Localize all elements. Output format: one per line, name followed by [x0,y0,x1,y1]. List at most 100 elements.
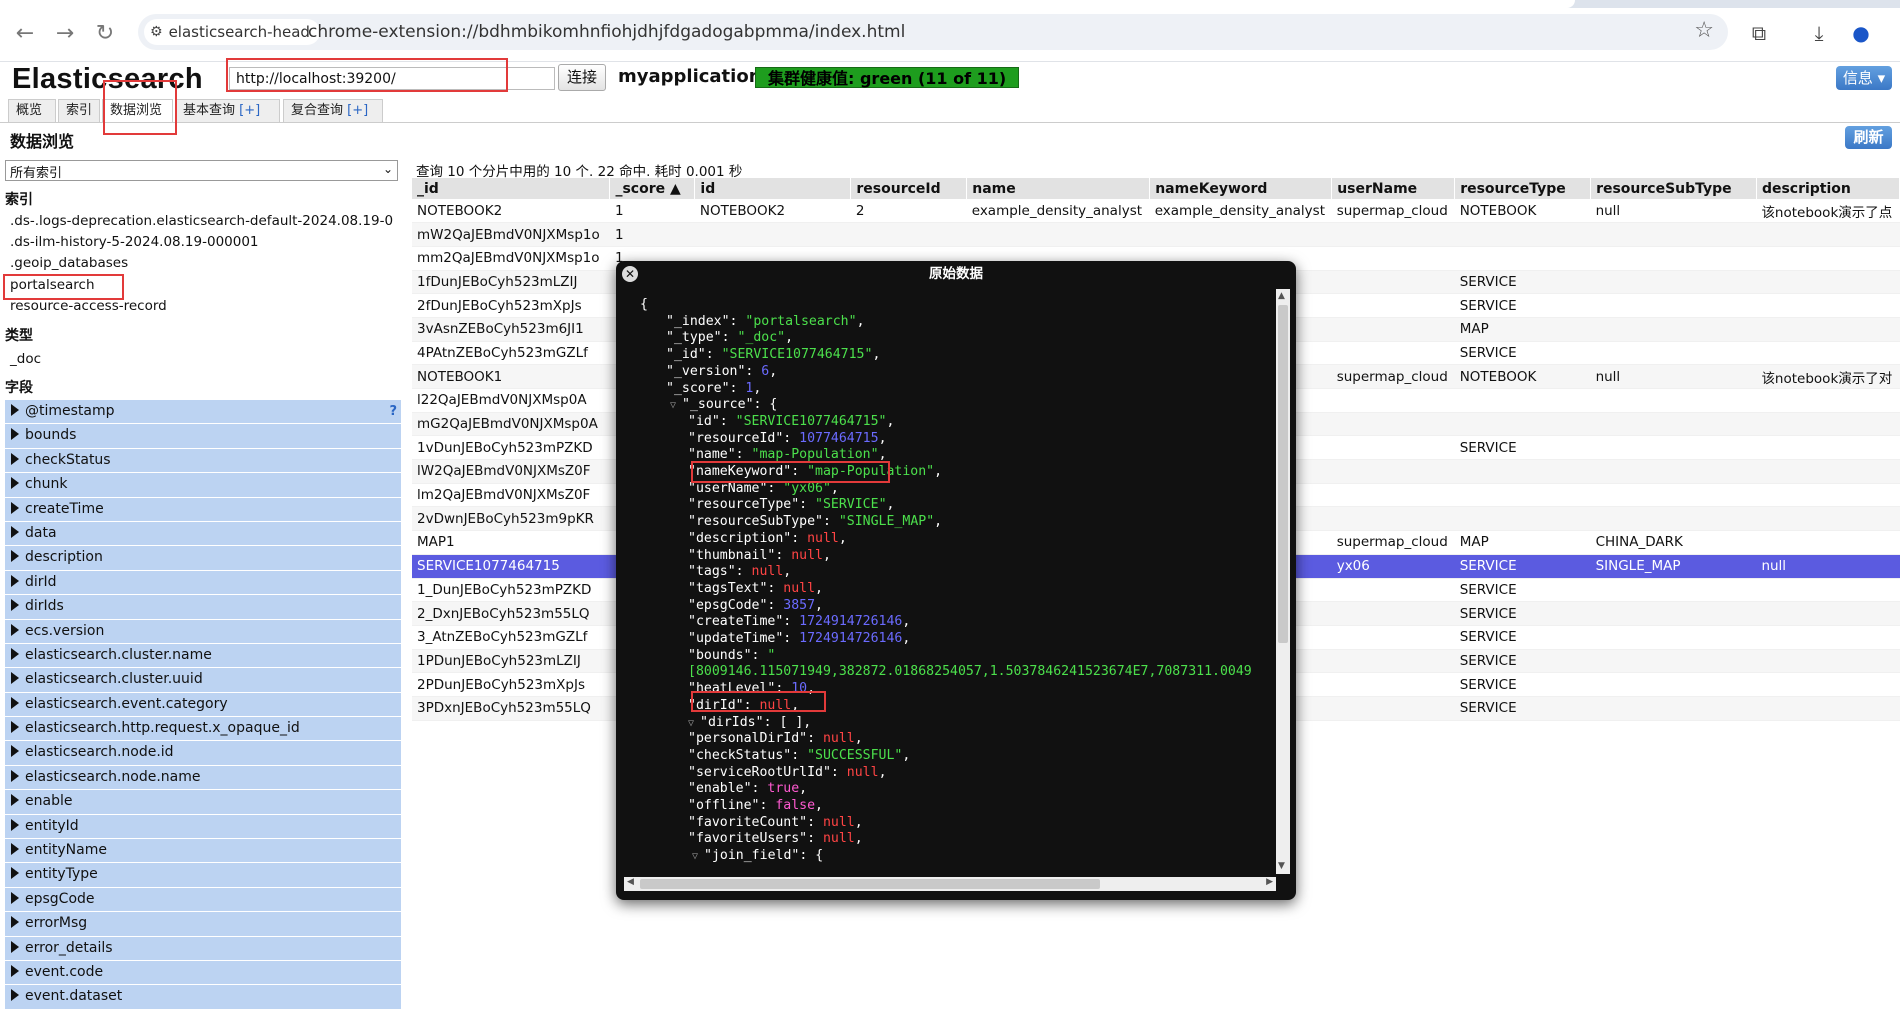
column-header[interactable]: description [1756,178,1900,199]
extensions-icon[interactable]: ⧉ [1744,18,1774,48]
back-icon[interactable]: ← [10,18,40,48]
close-icon[interactable]: ✕ [622,266,638,282]
expand-triangle-icon[interactable] [11,550,19,563]
field-item[interactable]: entityName [5,839,401,864]
column-header[interactable]: resourceId [850,178,968,199]
expand-triangle-icon[interactable] [11,525,19,538]
reload-icon[interactable]: ↻ [90,18,120,48]
refresh-button[interactable]: 刷新 [1845,126,1892,149]
field-item[interactable]: description [5,546,401,571]
column-header[interactable]: resourceType [1454,178,1592,199]
tab-1[interactable]: 索引 [58,99,100,123]
field-item[interactable]: epsgCode [5,887,401,913]
field-item[interactable]: entityType [5,863,401,888]
expand-triangle-icon[interactable] [11,818,19,831]
index-item[interactable]: resource-access-record [10,298,167,314]
expand-triangle-icon[interactable] [11,477,19,490]
column-header[interactable]: _score ▲ [609,178,696,199]
field-item[interactable]: data [5,521,401,547]
type-item[interactable]: _doc [10,351,41,367]
field-item[interactable]: dirIds [5,595,401,620]
field-item[interactable]: enable [5,790,401,815]
bookmark-star-icon[interactable]: ☆ [1694,18,1714,43]
field-item[interactable]: elasticsearch.cluster.uuid [5,668,401,693]
field-item[interactable]: @timestamp? [5,400,401,425]
expand-triangle-icon[interactable] [11,696,19,709]
column-header[interactable]: resourceSubType [1590,178,1757,199]
index-select[interactable]: 所有索引 ⌄ [5,160,398,181]
connect-button[interactable]: 连接 [558,64,606,91]
expand-triangle-icon[interactable] [11,647,19,660]
field-item[interactable]: event.code [5,960,401,986]
column-header[interactable]: nameKeyword [1149,178,1333,199]
scroll-up-icon[interactable]: ▲ [1278,291,1285,301]
field-item[interactable]: bounds [5,424,401,449]
tab-expand-icon[interactable]: [+] [239,103,260,118]
tab-4[interactable]: 复合查询 [+] [283,99,383,123]
collapse-toggle-icon[interactable]: ▽ [670,400,682,411]
help-icon[interactable]: ? [389,400,397,423]
field-item[interactable]: elasticsearch.node.id [5,741,401,766]
address-bar[interactable]: ⚙ elasticsearch-head chrome-extension://… [138,14,1728,50]
expand-triangle-icon[interactable] [11,404,19,416]
index-item[interactable]: portalsearch [10,277,95,293]
expand-triangle-icon[interactable] [11,916,19,929]
expand-triangle-icon[interactable] [11,989,19,1002]
field-item[interactable]: dirId [5,570,401,596]
field-item[interactable]: event.dataset [5,985,401,1010]
expand-triangle-icon[interactable] [11,867,19,880]
expand-triangle-icon[interactable] [11,623,19,636]
table-row[interactable]: mW2QaJEBmdV0NJXMsp1o 1 [412,222,1900,247]
site-chip[interactable]: ⚙ elasticsearch-head [144,19,320,45]
info-dropdown-button[interactable]: 信息 ▾ [1836,66,1892,90]
horizontal-scrollbar[interactable]: ◀ ▶ [624,877,1276,891]
collapse-toggle-icon[interactable]: ▽ [692,851,704,862]
scroll-down-icon[interactable]: ▼ [1278,861,1285,871]
expand-triangle-icon[interactable] [11,940,19,953]
forward-icon[interactable]: → [50,18,80,48]
expand-triangle-icon[interactable] [11,745,19,758]
scroll-thumb[interactable] [1278,305,1288,643]
tab-expand-icon[interactable]: [+] [347,103,368,118]
field-item[interactable]: chunk [5,473,401,498]
column-header[interactable]: id [694,178,852,199]
field-item[interactable]: ecs.version [5,619,401,644]
field-item[interactable]: elasticsearch.node.name [5,765,401,791]
tab-0[interactable]: 概览 [8,99,56,123]
collapse-toggle-icon[interactable]: ▽ [688,718,700,729]
expand-triangle-icon[interactable] [11,794,19,807]
expand-triangle-icon[interactable] [11,428,19,441]
expand-triangle-icon[interactable] [11,599,19,612]
expand-triangle-icon[interactable] [11,843,19,856]
download-icon[interactable]: ⤓ [1804,18,1834,48]
field-item[interactable]: elasticsearch.event.category [5,692,401,718]
column-header[interactable]: userName [1331,178,1456,199]
tab-3[interactable]: 基本查询 [+] [175,99,280,123]
expand-triangle-icon[interactable] [11,452,19,465]
index-item[interactable]: .geoip_databases [10,255,128,271]
expand-triangle-icon[interactable] [11,574,19,587]
column-header[interactable]: name [966,178,1151,199]
field-item[interactable]: entityId [5,814,401,840]
scroll-right-icon[interactable]: ▶ [1266,877,1273,887]
index-item[interactable]: .ds-ilm-history-5-2024.08.19-000001 [10,234,259,250]
field-item[interactable]: elasticsearch.http.request.x_opaque_id [5,717,401,742]
field-item[interactable]: createTime [5,497,401,522]
vertical-scrollbar[interactable]: ▲ ▼ [1276,289,1290,874]
expand-triangle-icon[interactable] [11,501,19,514]
expand-triangle-icon[interactable] [11,891,19,904]
address-url[interactable]: chrome-extension://bdhmbikomhnfiohjdhjfd… [308,22,905,42]
index-item[interactable]: .ds-.logs-deprecation.elasticsearch-defa… [10,213,393,229]
field-item[interactable]: elasticsearch.cluster.name [5,643,401,669]
connection-url-input[interactable] [229,67,555,90]
active-tab[interactable] [0,0,1575,8]
field-item[interactable]: error_details [5,936,401,961]
expand-triangle-icon[interactable] [11,769,19,782]
scroll-left-icon[interactable]: ◀ [627,877,634,887]
expand-triangle-icon[interactable] [11,672,19,685]
field-item[interactable]: errorMsg [5,912,401,937]
scroll-thumb-h[interactable] [640,879,1100,889]
field-item[interactable]: checkStatus [5,448,401,474]
tab-2[interactable]: 数据浏览 [102,99,173,123]
expand-triangle-icon[interactable] [11,721,19,734]
